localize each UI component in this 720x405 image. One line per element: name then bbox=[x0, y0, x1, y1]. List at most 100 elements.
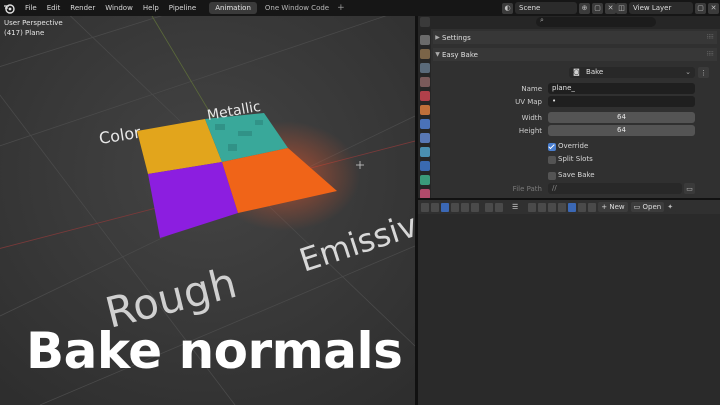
menu-window[interactable]: Window bbox=[100, 0, 138, 16]
proportional-falloff-icon[interactable] bbox=[538, 202, 547, 212]
select-icon[interactable] bbox=[451, 202, 459, 212]
editor-type-icon[interactable] bbox=[420, 17, 430, 27]
easy-bake-panel-header[interactable]: ▼ Easy Bake ⠿⠿ bbox=[433, 48, 717, 61]
add-workspace-button[interactable]: + bbox=[337, 0, 345, 16]
properties-tabs bbox=[418, 29, 431, 198]
overlay-icon[interactable] bbox=[558, 202, 567, 212]
scene-name: Scene bbox=[519, 4, 541, 12]
new-image-button[interactable]: + New bbox=[598, 202, 628, 212]
bake-options-icon[interactable]: ⋮ bbox=[698, 67, 709, 78]
display-icon[interactable] bbox=[578, 202, 587, 212]
height-label: Height bbox=[518, 127, 542, 135]
copy-scene-icon[interactable]: ▢ bbox=[592, 2, 603, 14]
uv-icon[interactable] bbox=[471, 202, 479, 212]
gizmo-icon[interactable] bbox=[568, 202, 577, 212]
width-label: Width bbox=[521, 114, 542, 122]
pin-icon[interactable]: ✦ bbox=[667, 202, 677, 212]
tool-tab-icon[interactable] bbox=[420, 35, 430, 45]
physics-tab-icon[interactable] bbox=[420, 147, 430, 157]
scene-tab-icon[interactable] bbox=[420, 91, 430, 101]
scene-icon: ◐ bbox=[502, 2, 513, 14]
save-bake-label: Save Bake bbox=[558, 171, 595, 179]
width-field[interactable]: 64 bbox=[548, 112, 695, 123]
mode-icon[interactable] bbox=[431, 202, 439, 212]
folder-icon[interactable]: ▭ bbox=[684, 183, 695, 194]
menu-help[interactable]: Help bbox=[138, 0, 164, 16]
particles-tab-icon[interactable] bbox=[420, 133, 430, 143]
scene-field[interactable]: Scene bbox=[515, 2, 577, 14]
name-input[interactable]: plane_ bbox=[548, 83, 695, 94]
render-tab-icon[interactable] bbox=[420, 49, 430, 59]
data-tab-icon[interactable] bbox=[420, 175, 430, 185]
menu-edit[interactable]: Edit bbox=[42, 0, 66, 16]
pin-scene-icon[interactable]: ⊕ bbox=[579, 2, 590, 14]
image-editor-header: ☰ + New ▭ Open ✦ bbox=[418, 200, 720, 214]
override-checkbox[interactable] bbox=[548, 143, 556, 151]
viewport-mode-text: User Perspective bbox=[4, 19, 63, 27]
split-slots-label: Split Slots bbox=[558, 155, 593, 163]
menu-render[interactable]: Render bbox=[65, 0, 100, 16]
search-icon: ⌕ bbox=[540, 16, 544, 24]
3d-viewport[interactable]: Color Metallic Emissive Rough User Persp… bbox=[0, 16, 415, 405]
camera-icon: ◙ bbox=[573, 68, 580, 76]
name-label: Name bbox=[521, 85, 542, 93]
bake-button-label: Bake bbox=[586, 68, 604, 76]
blender-logo-icon[interactable] bbox=[3, 2, 15, 14]
plus-icon: + bbox=[601, 203, 608, 211]
pivot-icon[interactable] bbox=[485, 202, 493, 212]
uvmap-input[interactable]: • bbox=[548, 96, 695, 107]
new-image-label: New bbox=[609, 203, 625, 211]
uvmap-label: UV Map bbox=[515, 98, 542, 106]
copy-view-layer-icon[interactable]: ▢ bbox=[695, 2, 706, 14]
chevron-right-icon: ▶ bbox=[435, 34, 440, 41]
material-tab-icon[interactable] bbox=[420, 189, 430, 198]
override-label: Override bbox=[558, 142, 589, 150]
easy-bake-panel-title: Easy Bake bbox=[442, 50, 478, 59]
object-tab-icon[interactable] bbox=[420, 105, 430, 115]
chevron-down-icon: ⌄ bbox=[685, 68, 691, 76]
view-layer-tab-icon[interactable] bbox=[420, 77, 430, 87]
snap-icon[interactable] bbox=[495, 202, 503, 212]
constraints-tab-icon[interactable] bbox=[420, 161, 430, 171]
sticky-select-icon[interactable] bbox=[548, 202, 557, 212]
chevron-down-icon: ▼ bbox=[435, 51, 440, 58]
tab-animation[interactable]: Animation bbox=[209, 2, 257, 14]
drag-grip-icon[interactable]: ⠿⠿ bbox=[706, 34, 714, 41]
overlay-title: Bake normals bbox=[26, 322, 403, 380]
properties-editor: ⌕ ▶ Settings ⠿⠿ ▼ Easy Bake ⠿⠿ ◙ Bake ⌄ … bbox=[418, 16, 720, 198]
proportional-icon[interactable] bbox=[528, 202, 537, 212]
split-slots-checkbox[interactable] bbox=[548, 156, 556, 164]
settings-panel-header[interactable]: ▶ Settings ⠿⠿ bbox=[433, 31, 717, 44]
file-path-label: File Path bbox=[512, 185, 542, 193]
save-bake-checkbox[interactable] bbox=[548, 172, 556, 180]
menu-pipeline[interactable]: Pipeline bbox=[164, 0, 201, 16]
top-bar: File Edit Render Window Help Pipeline An… bbox=[0, 0, 720, 16]
image-icon[interactable] bbox=[461, 202, 469, 212]
properties-header: ⌕ bbox=[418, 16, 720, 29]
view-layer-selector[interactable]: ◫ View Layer ▢ ✕ bbox=[614, 2, 719, 14]
delete-view-layer-icon[interactable]: ✕ bbox=[708, 2, 719, 14]
view-layer-name: View Layer bbox=[633, 4, 672, 12]
view-layer-field[interactable]: View Layer bbox=[629, 2, 693, 14]
file-path-input[interactable]: // bbox=[548, 183, 682, 194]
modifier-tab-icon[interactable] bbox=[420, 119, 430, 129]
menu-file[interactable]: File bbox=[20, 0, 42, 16]
bake-button[interactable]: ◙ Bake ⌄ bbox=[569, 67, 695, 78]
editor-type-icon[interactable] bbox=[421, 202, 429, 212]
output-tab-icon[interactable] bbox=[420, 63, 430, 73]
browse-image-icon[interactable] bbox=[588, 202, 597, 212]
open-image-label: Open bbox=[642, 203, 662, 211]
height-field[interactable]: 64 bbox=[548, 125, 695, 136]
menu-icon[interactable]: ☰ bbox=[509, 202, 522, 212]
settings-panel-title: Settings bbox=[442, 33, 471, 42]
image-editor[interactable]: ☰ + New ▭ Open ✦ bbox=[418, 200, 720, 405]
view-layer-icon: ◫ bbox=[616, 2, 627, 14]
folder-icon: ▭ bbox=[633, 203, 641, 211]
drag-grip-icon[interactable]: ⠿⠿ bbox=[706, 51, 714, 58]
open-image-button[interactable]: ▭ Open bbox=[630, 202, 665, 212]
properties-search-input[interactable]: ⌕ bbox=[536, 16, 656, 27]
scene-selector[interactable]: ◐ Scene ⊕ ▢ ✕ bbox=[500, 2, 616, 14]
viewport-object-text: (417) Plane bbox=[4, 29, 45, 37]
tab-one-window-code[interactable]: One Window Code bbox=[259, 2, 335, 14]
view-icon[interactable] bbox=[441, 202, 449, 212]
